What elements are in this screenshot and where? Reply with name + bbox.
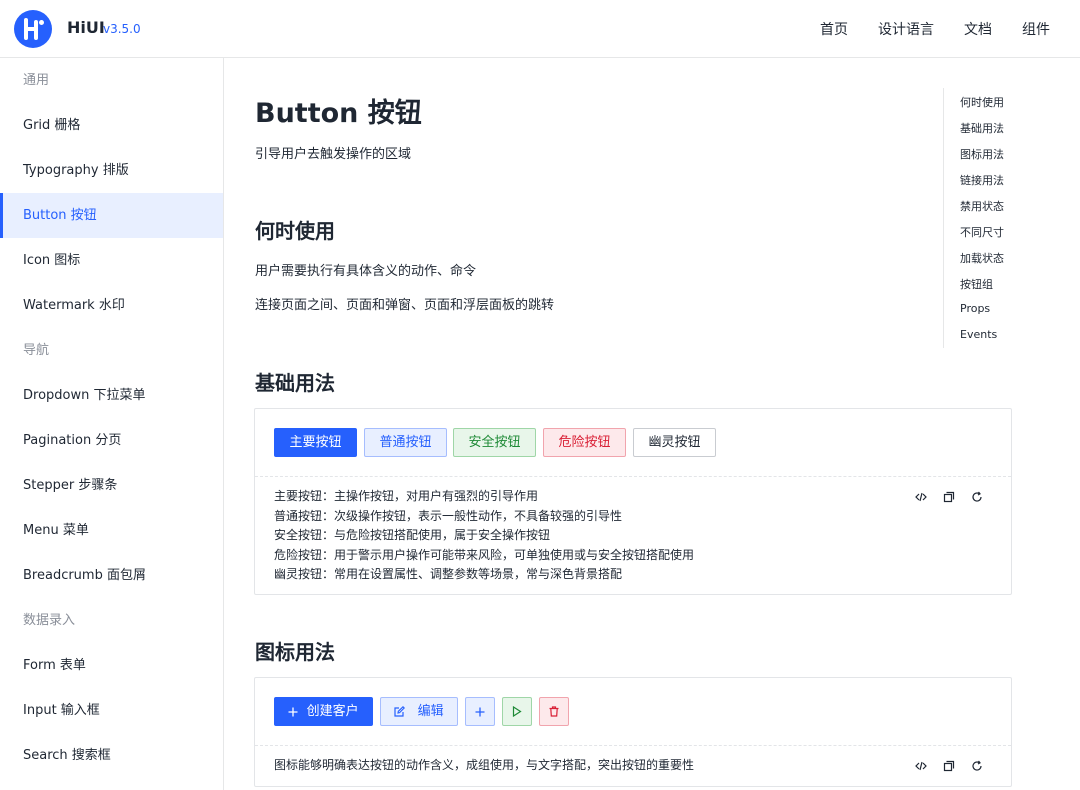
code-icon[interactable] (907, 489, 935, 505)
section-title-when-to-use: 何时使用 (255, 219, 335, 243)
basic-demo-tools (907, 489, 991, 505)
when-to-use-line-2: 连接页面之间、页面和弹窗、页面和浮层面板的跳转 (255, 298, 555, 313)
basic-demo-preview: 主要按钮 普通按钮 安全按钮 危险按钮 幽灵按钮 (255, 409, 1011, 477)
sidebar-group-data-entry: 数据录入 (23, 613, 76, 628)
edit-button[interactable]: 编辑 (380, 697, 458, 726)
sidebar-item-typography[interactable]: Typography 排版 (0, 148, 223, 193)
section-title-basic: 基础用法 (255, 371, 335, 395)
add-icon-button[interactable] (465, 697, 495, 726)
page-description: 引导用户去触发操作的区域 (255, 147, 412, 162)
toc-item-link-usage[interactable]: 链接用法 (960, 172, 1004, 188)
toc-item-icon-usage[interactable]: 图标用法 (960, 146, 1004, 162)
danger-button[interactable]: 危险按钮 (543, 428, 626, 457)
plus-icon (475, 704, 485, 719)
toc-item-basic[interactable]: 基础用法 (960, 120, 1004, 136)
code-icon[interactable] (907, 758, 935, 774)
sidebar-item-form[interactable]: Form 表单 (0, 643, 223, 688)
nav-item-docs[interactable]: 文档 (964, 19, 992, 39)
copy-icon[interactable] (935, 758, 963, 774)
basic-desc-line: 幽灵按钮：常用在设置属性、调整参数等场景，常与深色背景搭配 (274, 567, 623, 581)
when-to-use-line-1: 用户需要执行有具体含义的动作、命令 (255, 264, 477, 279)
brand-name[interactable]: HiUI (67, 18, 105, 37)
icon-demo-description: 图标能够明确表达按钮的动作含义，成组使用，与文字搭配，突出按钮的重要性 (274, 758, 695, 772)
edit-icon (394, 704, 409, 719)
icon-demo-box: 创建客户 编辑 图标能够明确表达按钮的动作含义，成组使用，与文字搭配，突出按钮的… (254, 677, 1012, 787)
toc-item-loading[interactable]: 加载状态 (960, 250, 1004, 266)
primary-button[interactable]: 主要按钮 (274, 428, 357, 457)
sidebar-item-search[interactable]: Search 搜索框 (0, 733, 223, 778)
play-icon-button[interactable] (502, 697, 532, 726)
create-customer-label: 创建客户 (306, 704, 359, 719)
main-content: Button 按钮 引导用户去触发操作的区域 何时使用 用户需要执行有具体含义的… (224, 58, 1080, 790)
edit-label: 编辑 (417, 704, 444, 719)
normal-button[interactable]: 普通按钮 (364, 428, 447, 457)
sidebar-item-pagination[interactable]: Pagination 分页 (0, 418, 223, 463)
sidebar-item-watermark[interactable]: Watermark 水印 (0, 283, 223, 328)
reset-icon[interactable] (963, 489, 991, 505)
basic-desc-line: 普通按钮：次级操作按钮，表示一般性动作，不具备较强的引导性 (274, 508, 623, 523)
table-of-contents: 何时使用 基础用法 图标用法 链接用法 禁用状态 不同尺寸 加载状态 按钮组 P… (943, 88, 1063, 348)
sidebar-item-stepper[interactable]: Stepper 步骤条 (0, 463, 223, 508)
toc-item-props[interactable]: Props (960, 302, 990, 315)
sidebar-item-menu[interactable]: Menu 菜单 (0, 508, 223, 553)
nav-item-design-language[interactable]: 设计语言 (878, 19, 934, 39)
reset-icon[interactable] (963, 758, 991, 774)
toc-item-events[interactable]: Events (960, 328, 997, 341)
sidebar-item-grid[interactable]: Grid 栅格 (0, 103, 223, 148)
trash-icon (549, 704, 559, 719)
basic-desc-line: 危险按钮：用于警示用户操作可能带来风险，可单独使用或与安全按钮搭配使用 (274, 547, 695, 562)
icon-demo-tools (907, 758, 991, 774)
version-label: v3.5.0 (103, 22, 141, 36)
plus-icon (288, 704, 302, 719)
copy-icon[interactable] (935, 489, 963, 505)
toc-item-when-to-use[interactable]: 何时使用 (960, 94, 1004, 110)
page-title: Button 按钮 (255, 98, 422, 129)
toc-item-sizes[interactable]: 不同尺寸 (960, 224, 1004, 240)
sidebar-group-navigation: 导航 (23, 343, 50, 358)
top-header: HiUI v3.5.0 首页 设计语言 文档 组件 (0, 0, 1080, 58)
sidebar: 通用 Grid 栅格 Typography 排版 Button 按钮 Icon … (0, 58, 224, 790)
basic-desc-line: 主要按钮：主操作按钮，对用户有强烈的引导作用 (274, 489, 539, 503)
icon-demo-preview: 创建客户 编辑 (255, 678, 1011, 746)
ghost-button[interactable]: 幽灵按钮 (633, 428, 716, 457)
play-icon (512, 704, 522, 719)
sidebar-group-general: 通用 (23, 73, 50, 88)
nav-item-home[interactable]: 首页 (820, 19, 848, 39)
toc-item-button-group[interactable]: 按钮组 (960, 276, 993, 292)
success-button[interactable]: 安全按钮 (453, 428, 536, 457)
delete-icon-button[interactable] (539, 697, 569, 726)
sidebar-item-button[interactable]: Button 按钮 (0, 193, 223, 238)
create-customer-button[interactable]: 创建客户 (274, 697, 373, 726)
basic-demo-description: 主要按钮：主操作按钮，对用户有强烈的引导作用 普通按钮：次级操作按钮，表示一般性… (274, 487, 694, 585)
sidebar-item-input[interactable]: Input 输入框 (0, 688, 223, 733)
nav-item-components[interactable]: 组件 (1022, 19, 1050, 39)
hiui-logo-icon[interactable] (14, 10, 52, 48)
sidebar-item-breadcrumb[interactable]: Breadcrumb 面包屑 (0, 553, 223, 598)
toc-item-disabled[interactable]: 禁用状态 (960, 198, 1004, 214)
sidebar-item-icon[interactable]: Icon 图标 (0, 238, 223, 283)
basic-desc-line: 安全按钮：与危险按钮搭配使用，属于安全操作按钮 (274, 528, 551, 542)
section-title-icon-usage: 图标用法 (255, 640, 335, 664)
sidebar-item-dropdown[interactable]: Dropdown 下拉菜单 (0, 373, 223, 418)
top-nav: 首页 设计语言 文档 组件 (790, 0, 1050, 58)
basic-demo-box: 主要按钮 普通按钮 安全按钮 危险按钮 幽灵按钮 主要按钮：主操作按钮，对用户有… (254, 408, 1012, 595)
